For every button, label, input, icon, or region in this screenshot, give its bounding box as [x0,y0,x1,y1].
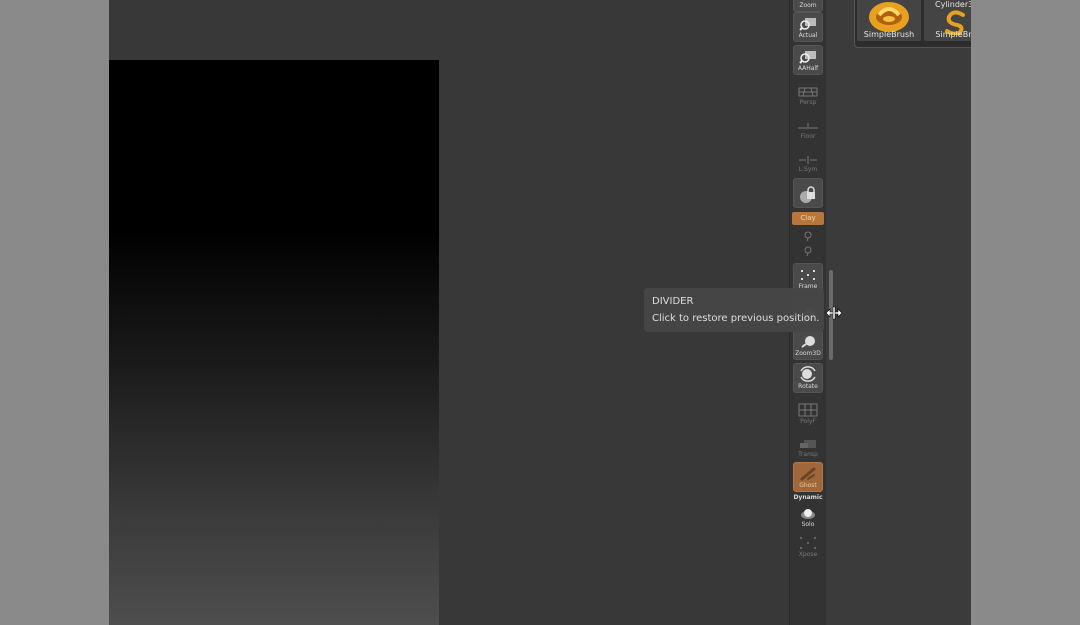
tooltip: DIVIDER Click to restore previous positi… [644,288,824,332]
lasso-icon[interactable] [802,230,814,242]
perspective-grid-icon [798,87,818,97]
lasso-icon[interactable] [802,245,814,257]
solo-label: Solo [801,521,815,528]
document-canvas[interactable] [109,60,439,625]
zoom3d-label: Zoom3D [795,350,821,357]
floor-button[interactable]: Floor [793,112,823,142]
brush-label: SimpleBrush [863,30,915,39]
solo-button[interactable]: Solo [793,500,823,530]
aahalf-button[interactable]: AAHalf [793,45,823,75]
persp-label: Persp [799,99,817,106]
symmetry-icon [799,156,817,164]
transp-label: Transp [798,451,818,458]
zoom3d-button[interactable]: Zoom3D [793,330,823,360]
tooltip-title: DIVIDER [652,296,694,307]
lsym-button[interactable]: L.Sym [793,145,823,175]
floor-icon [798,123,818,129]
tooltip-text: Click to restore previous position. [652,313,820,324]
actual-button[interactable]: Actual [793,12,823,42]
aahalf-label: AAHalf [797,65,819,72]
actual-label: Actual [798,32,818,39]
ghost-button[interactable]: Ghost [793,462,823,492]
right-tray [826,0,971,625]
brush-tile-simplebrush[interactable]: SimpleBrush [857,0,921,41]
lock-icon [800,186,815,203]
floor-label: Floor [800,133,816,140]
clay-toggle[interactable]: Clay [792,212,824,225]
magnifier-icon [799,51,816,64]
frame-icon [801,270,815,280]
polyf-button[interactable]: PolyF [793,397,823,427]
xpose-label: Xpose [798,551,818,558]
solo-icon [801,509,815,519]
transparency-icon [800,440,816,448]
ghost-icon [800,467,816,481]
zoom3d-icon [801,336,815,348]
rotate-label: Rotate [798,383,818,390]
persp-button[interactable]: Persp [793,78,823,108]
transp-button[interactable]: Transp [793,430,823,460]
resize-cursor-icon [825,306,843,320]
rotate-button[interactable]: Rotate [793,363,823,393]
magnifier-icon [799,18,816,31]
xpose-button[interactable]: Xpose [793,530,823,560]
clay-label: Clay [800,214,816,222]
brush-label: SimpleBru [935,30,971,39]
current-tool-label: Cylinder3 [935,0,971,9]
ghost-label: Ghost [799,482,817,489]
lock-button[interactable] [793,178,823,208]
rotate-icon [800,366,816,382]
lsym-label: L.Sym [798,166,818,173]
zbrush-window: Zoom Actual AAHalf Persp Floor L.Sym Cla… [109,0,971,625]
polyframe-icon [798,403,818,417]
zoom-button[interactable]: Zoom [793,0,823,12]
xpose-icon [800,537,816,549]
polyf-label: PolyF [800,418,816,425]
zoom-label: Zoom [799,2,817,9]
